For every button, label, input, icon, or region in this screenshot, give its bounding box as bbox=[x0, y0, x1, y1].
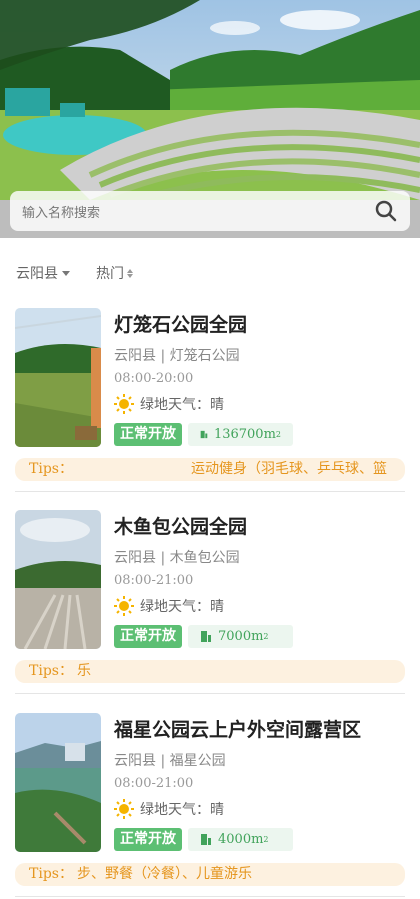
sort-arrows-icon bbox=[127, 268, 133, 278]
park-thumbnail bbox=[15, 308, 101, 447]
area-unit-sup: 2 bbox=[263, 835, 269, 844]
park-weather: 绿地天气：晴 bbox=[114, 799, 224, 819]
county-filter[interactable]: 云阳县 bbox=[16, 263, 70, 283]
area-unit-sup: 2 bbox=[275, 430, 281, 439]
area-value: 136700m bbox=[213, 427, 276, 442]
tips-text: 乐 bbox=[77, 663, 91, 679]
park-badges: 正常开放 136700m 2 bbox=[114, 423, 293, 446]
tips-label: Tips： bbox=[29, 866, 73, 882]
search-bar[interactable]: 输入名称搜索 bbox=[10, 191, 410, 231]
area-badge: 4000m 2 bbox=[188, 828, 293, 851]
park-location: 云阳县 | 木鱼包公园 bbox=[114, 550, 240, 566]
park-card[interactable]: 福星公园云上户外空间露营区 云阳县 | 福星公园 08:00-21:00 绿地天… bbox=[0, 713, 420, 899]
search-icon[interactable] bbox=[374, 199, 398, 223]
park-name: 木鱼包公园全园 bbox=[114, 516, 248, 538]
tips-bar: Tips：乐 bbox=[15, 660, 405, 683]
area-icon bbox=[201, 834, 211, 845]
sun-icon bbox=[114, 394, 134, 414]
sort-filter[interactable]: 热门 bbox=[96, 263, 133, 283]
weather-text: 绿地天气：晴 bbox=[140, 599, 224, 615]
area-icon bbox=[200, 430, 208, 439]
weather-text: 绿地天气：晴 bbox=[140, 397, 224, 413]
weather-text: 绿地天气：晴 bbox=[140, 802, 224, 818]
park-badges: 正常开放 7000m 2 bbox=[114, 625, 293, 648]
divider bbox=[15, 693, 405, 694]
status-badge: 正常开放 bbox=[114, 828, 182, 851]
area-badge: 136700m 2 bbox=[188, 423, 293, 446]
area-icon bbox=[201, 631, 211, 642]
park-name: 福星公园云上户外空间露营区 bbox=[114, 719, 362, 741]
park-hours: 08:00-21:00 bbox=[114, 776, 194, 791]
park-location: 云阳县 | 灯笼石公园 bbox=[114, 348, 240, 364]
sun-icon bbox=[114, 799, 134, 819]
sun-icon bbox=[114, 596, 134, 616]
area-badge: 7000m 2 bbox=[188, 625, 293, 648]
tips-label: Tips： bbox=[29, 461, 73, 477]
park-card[interactable]: 木鱼包公园全园 云阳县 | 木鱼包公园 08:00-21:00 绿地天气：晴 正… bbox=[0, 510, 420, 713]
tips-bar: Tips： 运动健身（羽毛球、乒乓球、篮 bbox=[15, 458, 405, 481]
park-thumbnail bbox=[15, 510, 101, 649]
park-name: 灯笼石公园全园 bbox=[114, 314, 248, 336]
search-input[interactable]: 输入名称搜索 bbox=[22, 202, 374, 221]
banner-image: 输入名称搜索 bbox=[0, 0, 420, 238]
park-hours: 08:00-21:00 bbox=[114, 573, 194, 588]
park-thumbnail bbox=[15, 713, 101, 852]
filter-bar: 云阳县 热门 bbox=[0, 258, 420, 288]
divider bbox=[15, 896, 405, 897]
area-unit-sup: 2 bbox=[263, 632, 269, 641]
tips-text: 步、野餐（冷餐）、儿童游乐 bbox=[77, 866, 252, 882]
area-value: 7000m bbox=[218, 629, 264, 644]
tips-bar: Tips： 步、野餐（冷餐）、儿童游乐 bbox=[15, 863, 405, 886]
status-badge: 正常开放 bbox=[114, 625, 182, 648]
divider bbox=[15, 491, 405, 492]
county-filter-label: 云阳县 bbox=[16, 266, 58, 282]
park-location: 云阳县 | 福星公园 bbox=[114, 753, 226, 769]
park-weather: 绿地天气：晴 bbox=[114, 394, 224, 414]
chevron-down-icon bbox=[62, 270, 70, 276]
tips-text: 运动健身（羽毛球、乒乓球、篮 bbox=[191, 461, 387, 477]
tips-label: Tips： bbox=[29, 663, 73, 679]
area-value: 4000m bbox=[218, 832, 264, 847]
status-badge: 正常开放 bbox=[114, 423, 182, 446]
sort-filter-label: 热门 bbox=[96, 266, 124, 282]
park-weather: 绿地天气：晴 bbox=[114, 596, 224, 616]
park-card[interactable]: 灯笼石公园全园 云阳县 | 灯笼石公园 08:00-20:00 绿地天气：晴 正… bbox=[0, 308, 420, 511]
park-hours: 08:00-20:00 bbox=[114, 371, 194, 386]
park-badges: 正常开放 4000m 2 bbox=[114, 828, 293, 851]
